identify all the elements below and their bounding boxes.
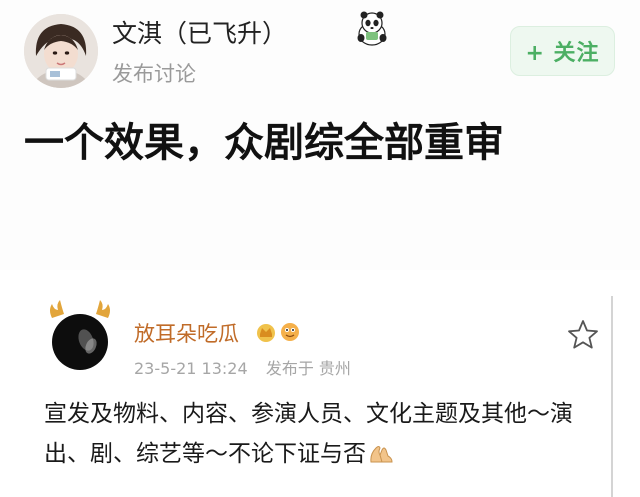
quoted-meta: 23-5-21 13:24 发布于 贵州 (134, 355, 351, 379)
panda-sticker-icon (352, 8, 392, 48)
quoted-author-avatar[interactable] (42, 296, 118, 372)
antler-decoration-icon (50, 300, 64, 318)
quoted-author-name[interactable]: 放耳朵吃瓜 (134, 318, 239, 348)
quoted-timestamp: 23-5-21 13:24 (134, 359, 248, 378)
star-outline-icon[interactable] (566, 318, 600, 352)
crown-badge-icon (254, 320, 306, 344)
quoted-location: 发布于 贵州 (265, 359, 351, 378)
quoted-text: 宣发及物料、内容、参演人员、文化主题及其他～演出、剧、综艺等～不论下证与否 (44, 401, 573, 467)
author-avatar[interactable] (24, 14, 98, 88)
quoted-body: 宣发及物料、内容、参演人员、文化主题及其他～演出、剧、综艺等～不论下证与否 (44, 394, 604, 474)
post-title: 一个效果，众剧综全部重审 (24, 120, 504, 166)
author-name[interactable]: 文淇（已飞升） (112, 14, 287, 50)
card-divider (611, 296, 613, 497)
author-action: 发布讨论 (112, 62, 196, 86)
folded-hands-emoji-icon (368, 442, 394, 464)
follow-button[interactable]: + 关注 (510, 26, 615, 76)
